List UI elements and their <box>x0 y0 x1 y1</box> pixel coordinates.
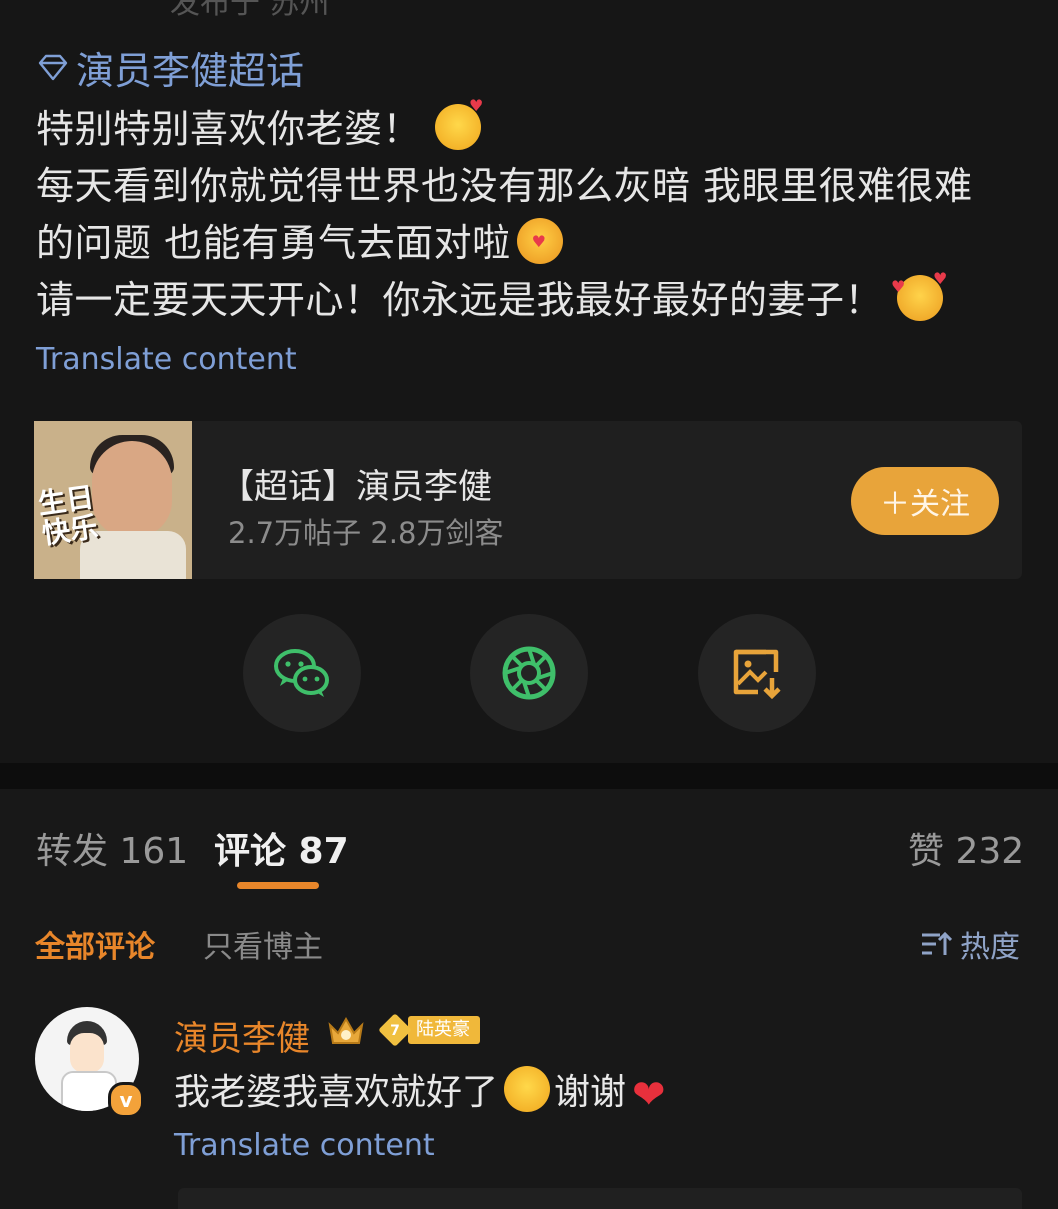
post-line-text: 的问题 也能有勇气去面对啦 <box>36 221 511 265</box>
post-location-text: 发布于 苏州 <box>170 0 330 21</box>
sort-icon <box>922 931 952 955</box>
super-topic-label: 演员李健超话 <box>76 49 305 93</box>
laugh-tears-emoji-icon <box>504 1066 551 1112</box>
tab-likes[interactable]: 赞 232 <box>908 822 1024 874</box>
wechat-icon <box>274 649 329 697</box>
super-topic-link[interactable]: 演员李健超话 <box>36 40 304 95</box>
comment-translate-link[interactable]: Translate content <box>174 1128 435 1163</box>
post-line-text: 特别特别喜欢你老婆！ <box>36 107 422 151</box>
diamond-icon <box>38 54 68 80</box>
translate-content-link[interactable]: Translate content <box>36 342 297 377</box>
save-image-button[interactable] <box>698 614 816 732</box>
super-topic-thumbnail: 生日快乐 <box>34 421 192 579</box>
active-tab-indicator <box>237 882 319 889</box>
heart-icon: ❤ <box>632 1072 666 1118</box>
comment-text-part: 我老婆我喜欢就好了 <box>174 1072 499 1113</box>
crown-icon <box>328 1016 364 1044</box>
post-text-line: 请一定要天天开心！你永远是我最好最好的妻子！ ♥ ♥ <box>36 269 947 324</box>
section-divider <box>0 763 1058 789</box>
post-line-text: 请一定要天天开心！你永远是我最好最好的妻子！ <box>36 278 884 322</box>
next-item-placeholder <box>178 1188 1022 1209</box>
happy-emoji-icon: ♥ <box>435 98 483 150</box>
share-moments-button[interactable] <box>470 614 588 732</box>
smiling-hearts-emoji-icon: ♥ ♥ <box>891 271 947 321</box>
verified-badge-icon: v <box>108 1082 144 1118</box>
thumbnail-caption: 生日快乐 <box>35 480 101 551</box>
fan-level-badge: 7 陆英豪 <box>378 1013 480 1047</box>
gem-icon: 7 <box>378 1013 412 1047</box>
comment-author-name[interactable]: 演员李健 <box>174 1011 310 1060</box>
filter-all-comments[interactable]: 全部评论 <box>35 922 155 966</box>
comment-text-part: 谢谢 <box>554 1072 627 1113</box>
save-image-icon <box>733 649 781 700</box>
sort-label: 热度 <box>960 930 1020 965</box>
post-text-line: 每天看到你就觉得世界也没有那么灰暗 我眼里很难很难 <box>36 164 973 208</box>
comment-text: 我老婆我喜欢就好了 谢谢 ❤ <box>174 1063 666 1118</box>
tab-reposts[interactable]: 转发 161 <box>36 822 188 874</box>
post-text-line: 特别特别喜欢你老婆！ ♥ <box>36 98 483 153</box>
share-wechat-button[interactable] <box>243 614 361 732</box>
badge-label: 陆英豪 <box>408 1016 480 1044</box>
hug-emoji-icon: ♥ <box>516 218 563 264</box>
super-topic-stats: 2.7万帖子 2.8万剑客 <box>228 516 504 550</box>
post-text-line: 的问题 也能有勇气去面对啦 ♥ <box>36 212 563 267</box>
super-topic-title: 【超话】演员李健 <box>220 467 492 507</box>
tab-comments[interactable]: 评论 87 <box>214 822 349 874</box>
sort-button[interactable]: 热度 <box>920 922 1020 966</box>
moments-icon <box>502 646 556 700</box>
follow-button[interactable]: ＋关注 <box>851 467 999 535</box>
badge-level: 7 <box>390 1021 400 1039</box>
filter-blogger-only[interactable]: 只看博主 <box>203 922 323 966</box>
